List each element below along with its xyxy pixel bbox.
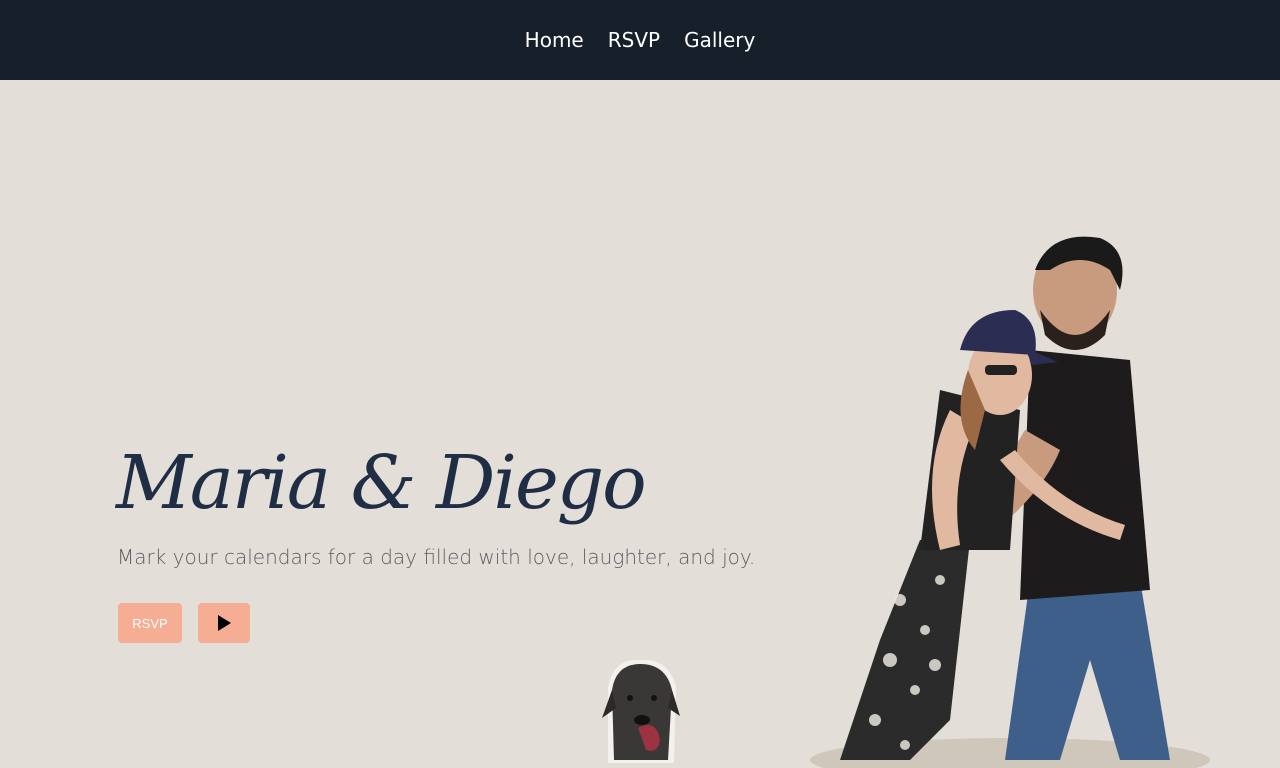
- dog-photo: [602, 659, 680, 763]
- hero-section: Maria & Diego Mark your calendars for a …: [0, 80, 1280, 768]
- nav-item-gallery: Gallery: [684, 28, 755, 52]
- nav-link-home[interactable]: Home: [525, 28, 584, 52]
- couple-names-title: Maria & Diego: [116, 440, 647, 526]
- nav-link-gallery[interactable]: Gallery: [684, 28, 755, 52]
- nav-list: Home RSVP Gallery: [525, 28, 756, 52]
- play-video-button[interactable]: [198, 603, 250, 643]
- nav-link-rsvp[interactable]: RSVP: [608, 28, 660, 52]
- play-icon: [218, 615, 231, 631]
- top-navbar: Home RSVP Gallery: [0, 0, 1280, 80]
- nav-item-home: Home: [525, 28, 584, 52]
- nav-item-rsvp: RSVP: [608, 28, 660, 52]
- rsvp-button[interactable]: RSVP: [118, 603, 182, 643]
- hero-tagline: Mark your calendars for a day filled wit…: [117, 545, 756, 569]
- couple-photo: [810, 236, 1210, 768]
